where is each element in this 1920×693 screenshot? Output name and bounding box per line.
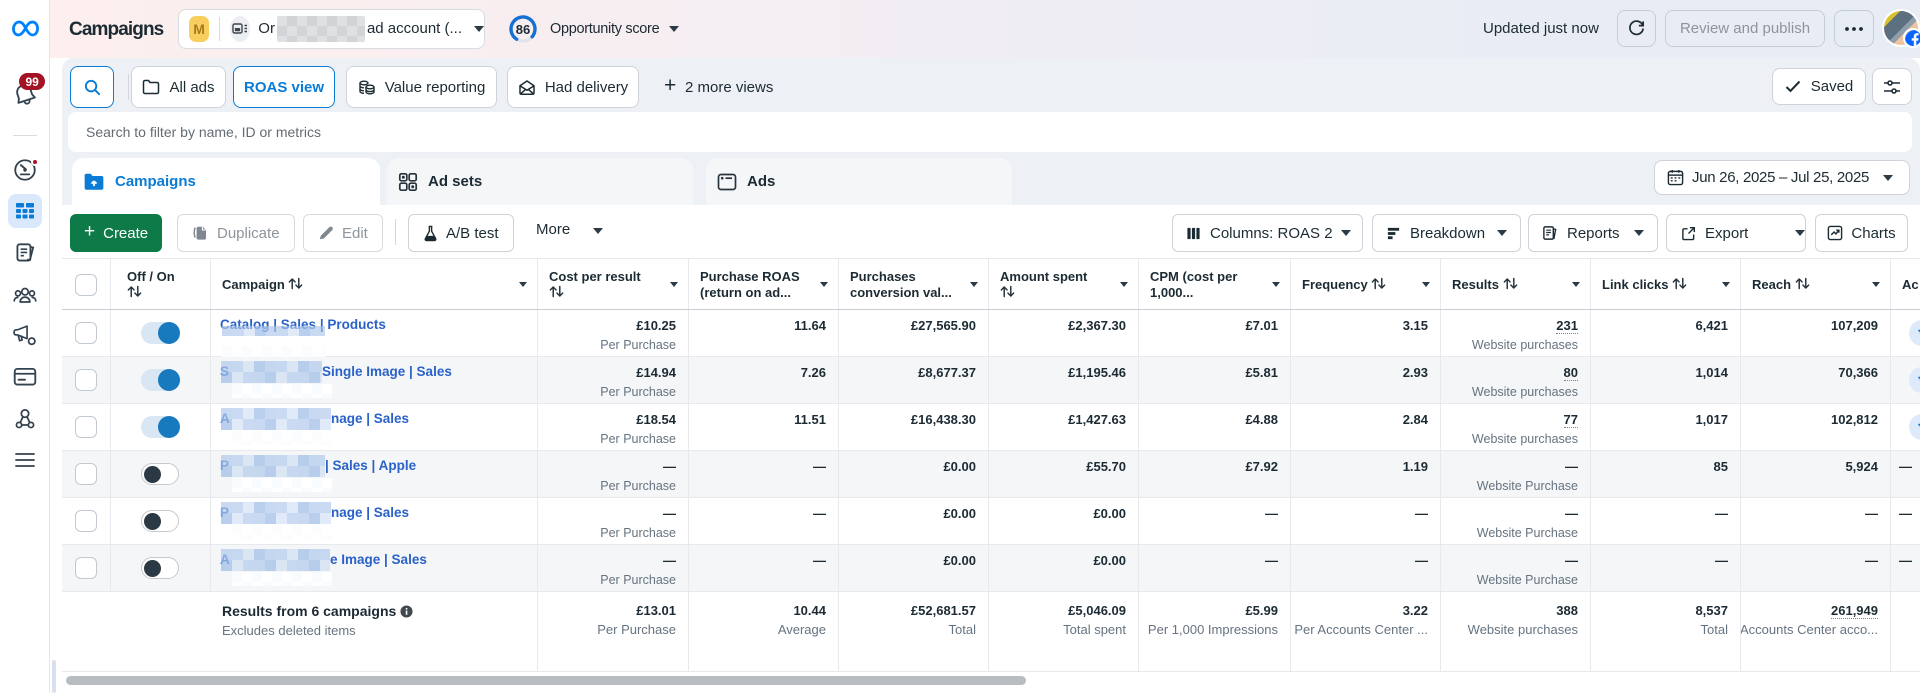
svg-text:86: 86 [516, 22, 530, 37]
